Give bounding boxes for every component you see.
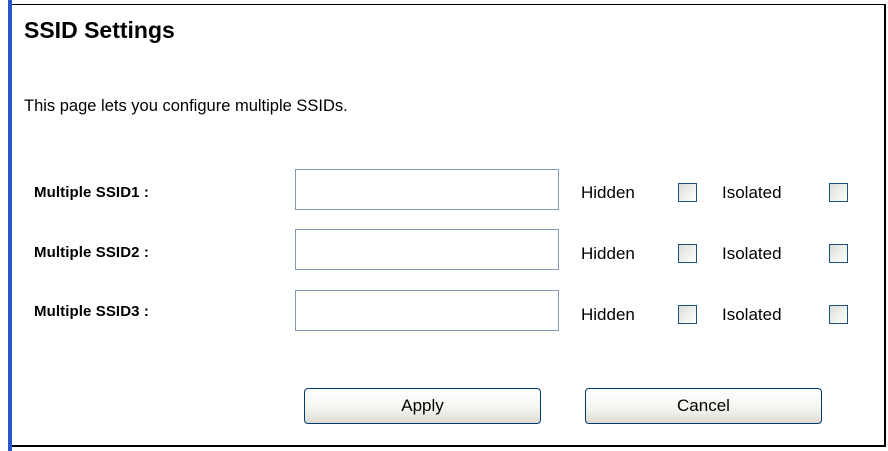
ssid1-hidden-checkbox[interactable] [678,183,697,202]
ssid1-input[interactable] [295,169,559,210]
ssid2-hidden-checkbox[interactable] [678,244,697,263]
ssid3-label: Multiple SSID3 : [34,303,149,320]
settings-frame [12,4,886,447]
apply-button[interactable]: Apply [304,388,541,424]
ssid2-isolated-checkbox[interactable] [829,244,848,263]
ssid3-hidden-label: Hidden [581,305,635,324]
ssid1-isolated-checkbox[interactable] [829,183,848,202]
ssid3-input[interactable] [295,290,559,331]
ssid2-isolated-label: Isolated [722,244,782,263]
ssid2-label: Multiple SSID2 : [34,244,149,261]
cancel-button[interactable]: Cancel [585,388,822,424]
ssid1-label: Multiple SSID1 : [34,184,149,201]
ssid2-input[interactable] [295,229,559,270]
page-description: This page lets you configure multiple SS… [24,97,348,115]
ssid3-isolated-checkbox[interactable] [829,305,848,324]
ssid3-isolated-label: Isolated [722,305,782,324]
page-title: SSID Settings [24,17,175,43]
ssid3-hidden-checkbox[interactable] [678,305,697,324]
ssid1-hidden-label: Hidden [581,183,635,202]
ssid-settings-page: SSID Settings This page lets you configu… [0,0,888,451]
ssid1-isolated-label: Isolated [722,183,782,202]
ssid2-hidden-label: Hidden [581,244,635,263]
